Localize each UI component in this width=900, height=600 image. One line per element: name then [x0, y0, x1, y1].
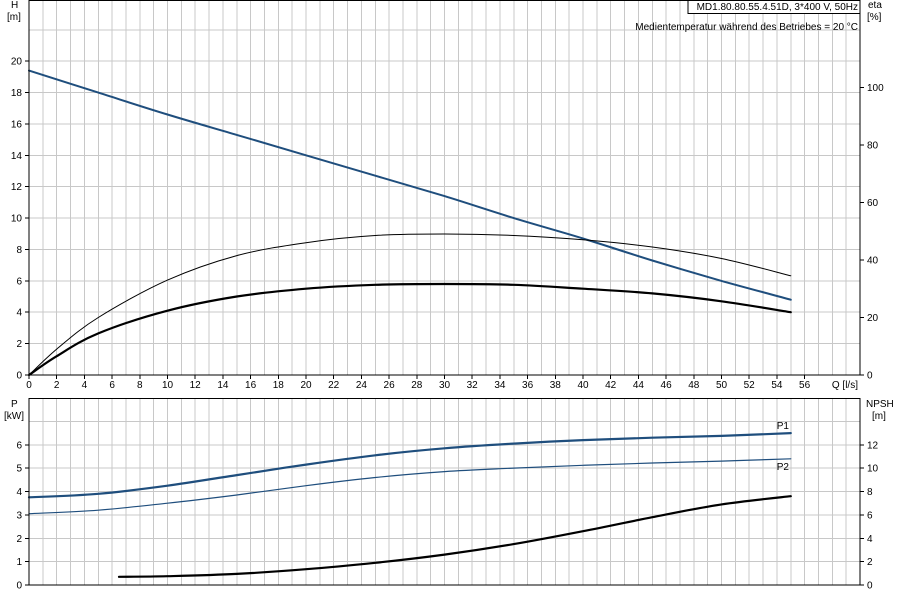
- x-tick-label: 30: [439, 380, 451, 391]
- y-left-tick-label: 4: [16, 487, 22, 498]
- x-tick-label: 34: [494, 380, 506, 391]
- x-tick-label: 16: [245, 380, 257, 391]
- x-tick-label: 50: [716, 380, 728, 391]
- y-left-axis-name: H: [11, 0, 18, 11]
- y-right-axis-unit: [%]: [867, 12, 882, 23]
- x-tick-label: 28: [411, 380, 423, 391]
- y-left-tick-label: 6: [16, 276, 22, 287]
- x-tick-label: 46: [661, 380, 673, 391]
- series-label-p1: P1: [777, 421, 790, 432]
- y-right-tick-label: 12: [867, 440, 879, 451]
- x-tick-label: 10: [162, 380, 174, 391]
- y-left-tick-label: 20: [11, 57, 23, 68]
- x-tick-label: 52: [744, 380, 756, 391]
- y-left-tick-label: 2: [16, 534, 22, 545]
- y-right-tick-label: 40: [867, 255, 879, 266]
- x-axis-label: Q [l/s]: [832, 380, 858, 391]
- x-tick-label: 38: [550, 380, 562, 391]
- series-line-p1: [27, 432, 792, 499]
- y-right-tick-label: 80: [867, 140, 879, 151]
- x-tick-label: 42: [605, 380, 617, 391]
- pump-performance-chart: 024681012141618200204060801000 2 4 6 8 10 12 14…: [4, 0, 894, 592]
- x-tick-label: 32: [467, 380, 479, 391]
- series-line-3: [27, 282, 792, 377]
- x-tick-label: 8: [137, 380, 143, 391]
- y-right-tick-label: 8: [867, 487, 873, 498]
- x-tick-label: 54: [771, 380, 783, 391]
- y-right-axis-name: eta: [868, 0, 882, 11]
- y-left-tick-label: 4: [16, 308, 22, 319]
- y-left-axis-unit: [kW]: [4, 411, 24, 422]
- power-npsh-grid: [29, 398, 860, 585]
- head-efficiency-grid: [29, 0, 860, 375]
- y-right-tick-label: 6: [867, 510, 873, 521]
- y-right-tick-label: 10: [867, 464, 879, 475]
- y-right-tick-label: 60: [867, 198, 879, 209]
- y-right-tick-label: 0: [867, 581, 873, 592]
- y-left-tick-label: 6: [16, 440, 22, 451]
- x-tick-label: 0: [26, 380, 32, 391]
- y-right-tick-label: 4: [867, 534, 873, 545]
- x-tick-label: 56: [799, 380, 811, 391]
- y-left-tick-label: 0: [16, 371, 22, 382]
- medium-temperature-note: Medientemperatur während des Betriebes =…: [635, 22, 858, 33]
- y-left-axis-unit: [m]: [7, 12, 21, 23]
- x-tick-label: 48: [688, 380, 700, 391]
- x-tick-label: 44: [633, 380, 645, 391]
- x-tick-label: 14: [217, 380, 229, 391]
- model-title: MD1.80.80.55.4.51D, 3*400 V, 50Hz: [697, 2, 858, 13]
- y-right-tick-label: 0: [867, 371, 873, 382]
- x-tick-label: 36: [522, 380, 534, 391]
- series-label-p2: P2: [777, 462, 790, 473]
- y-left-tick-label: 18: [11, 88, 23, 99]
- x-tick-label: 6: [109, 380, 115, 391]
- x-tick-label: 20: [300, 380, 312, 391]
- y-right-tick-label: 20: [867, 313, 879, 324]
- y-left-tick-label: 8: [16, 245, 22, 256]
- series-line-3: [117, 495, 792, 578]
- power-npsh-lines: [27, 432, 792, 578]
- y-left-tick-label: 3: [16, 510, 22, 521]
- power-npsh-chart: 0123456024681012 P [kW] NPSH [m] P1 P2: [4, 398, 894, 592]
- x-tick-label: 12: [190, 380, 202, 391]
- y-left-tick-label: 0: [16, 581, 22, 592]
- y-left-tick-label: 16: [11, 119, 23, 130]
- series-line-p2: [28, 458, 792, 515]
- head-efficiency-chart: 024681012141618200204060801000 2 4 6 8 10 12 14…: [7, 0, 884, 391]
- x-tick-label: 40: [577, 380, 589, 391]
- x-tick-label: 22: [328, 380, 340, 391]
- y-right-axis-unit: [m]: [872, 411, 886, 422]
- series-line-2: [28, 233, 792, 376]
- y-left-tick-label: 14: [11, 151, 23, 162]
- head-efficiency-lines: [27, 69, 792, 377]
- x-tick-label: 24: [356, 380, 368, 391]
- x-tick-label: 2: [54, 380, 60, 391]
- y-right-axis-name: NPSH: [866, 399, 894, 410]
- x-tick-label: 4: [82, 380, 88, 391]
- y-left-tick-label: 5: [16, 464, 22, 475]
- y-right-tick-label: 2: [867, 557, 873, 568]
- y-left-axis-name: P: [11, 399, 18, 410]
- y-left-tick-label: 2: [16, 339, 22, 350]
- y-right-tick-label: 100: [867, 83, 884, 94]
- y-left-tick-label: 12: [11, 182, 23, 193]
- x-tick-label: 18: [273, 380, 285, 391]
- y-left-tick-label: 1: [16, 557, 22, 568]
- y-left-tick-label: 10: [11, 214, 23, 225]
- series-line-1: [28, 69, 792, 301]
- x-tick-label: 26: [384, 380, 396, 391]
